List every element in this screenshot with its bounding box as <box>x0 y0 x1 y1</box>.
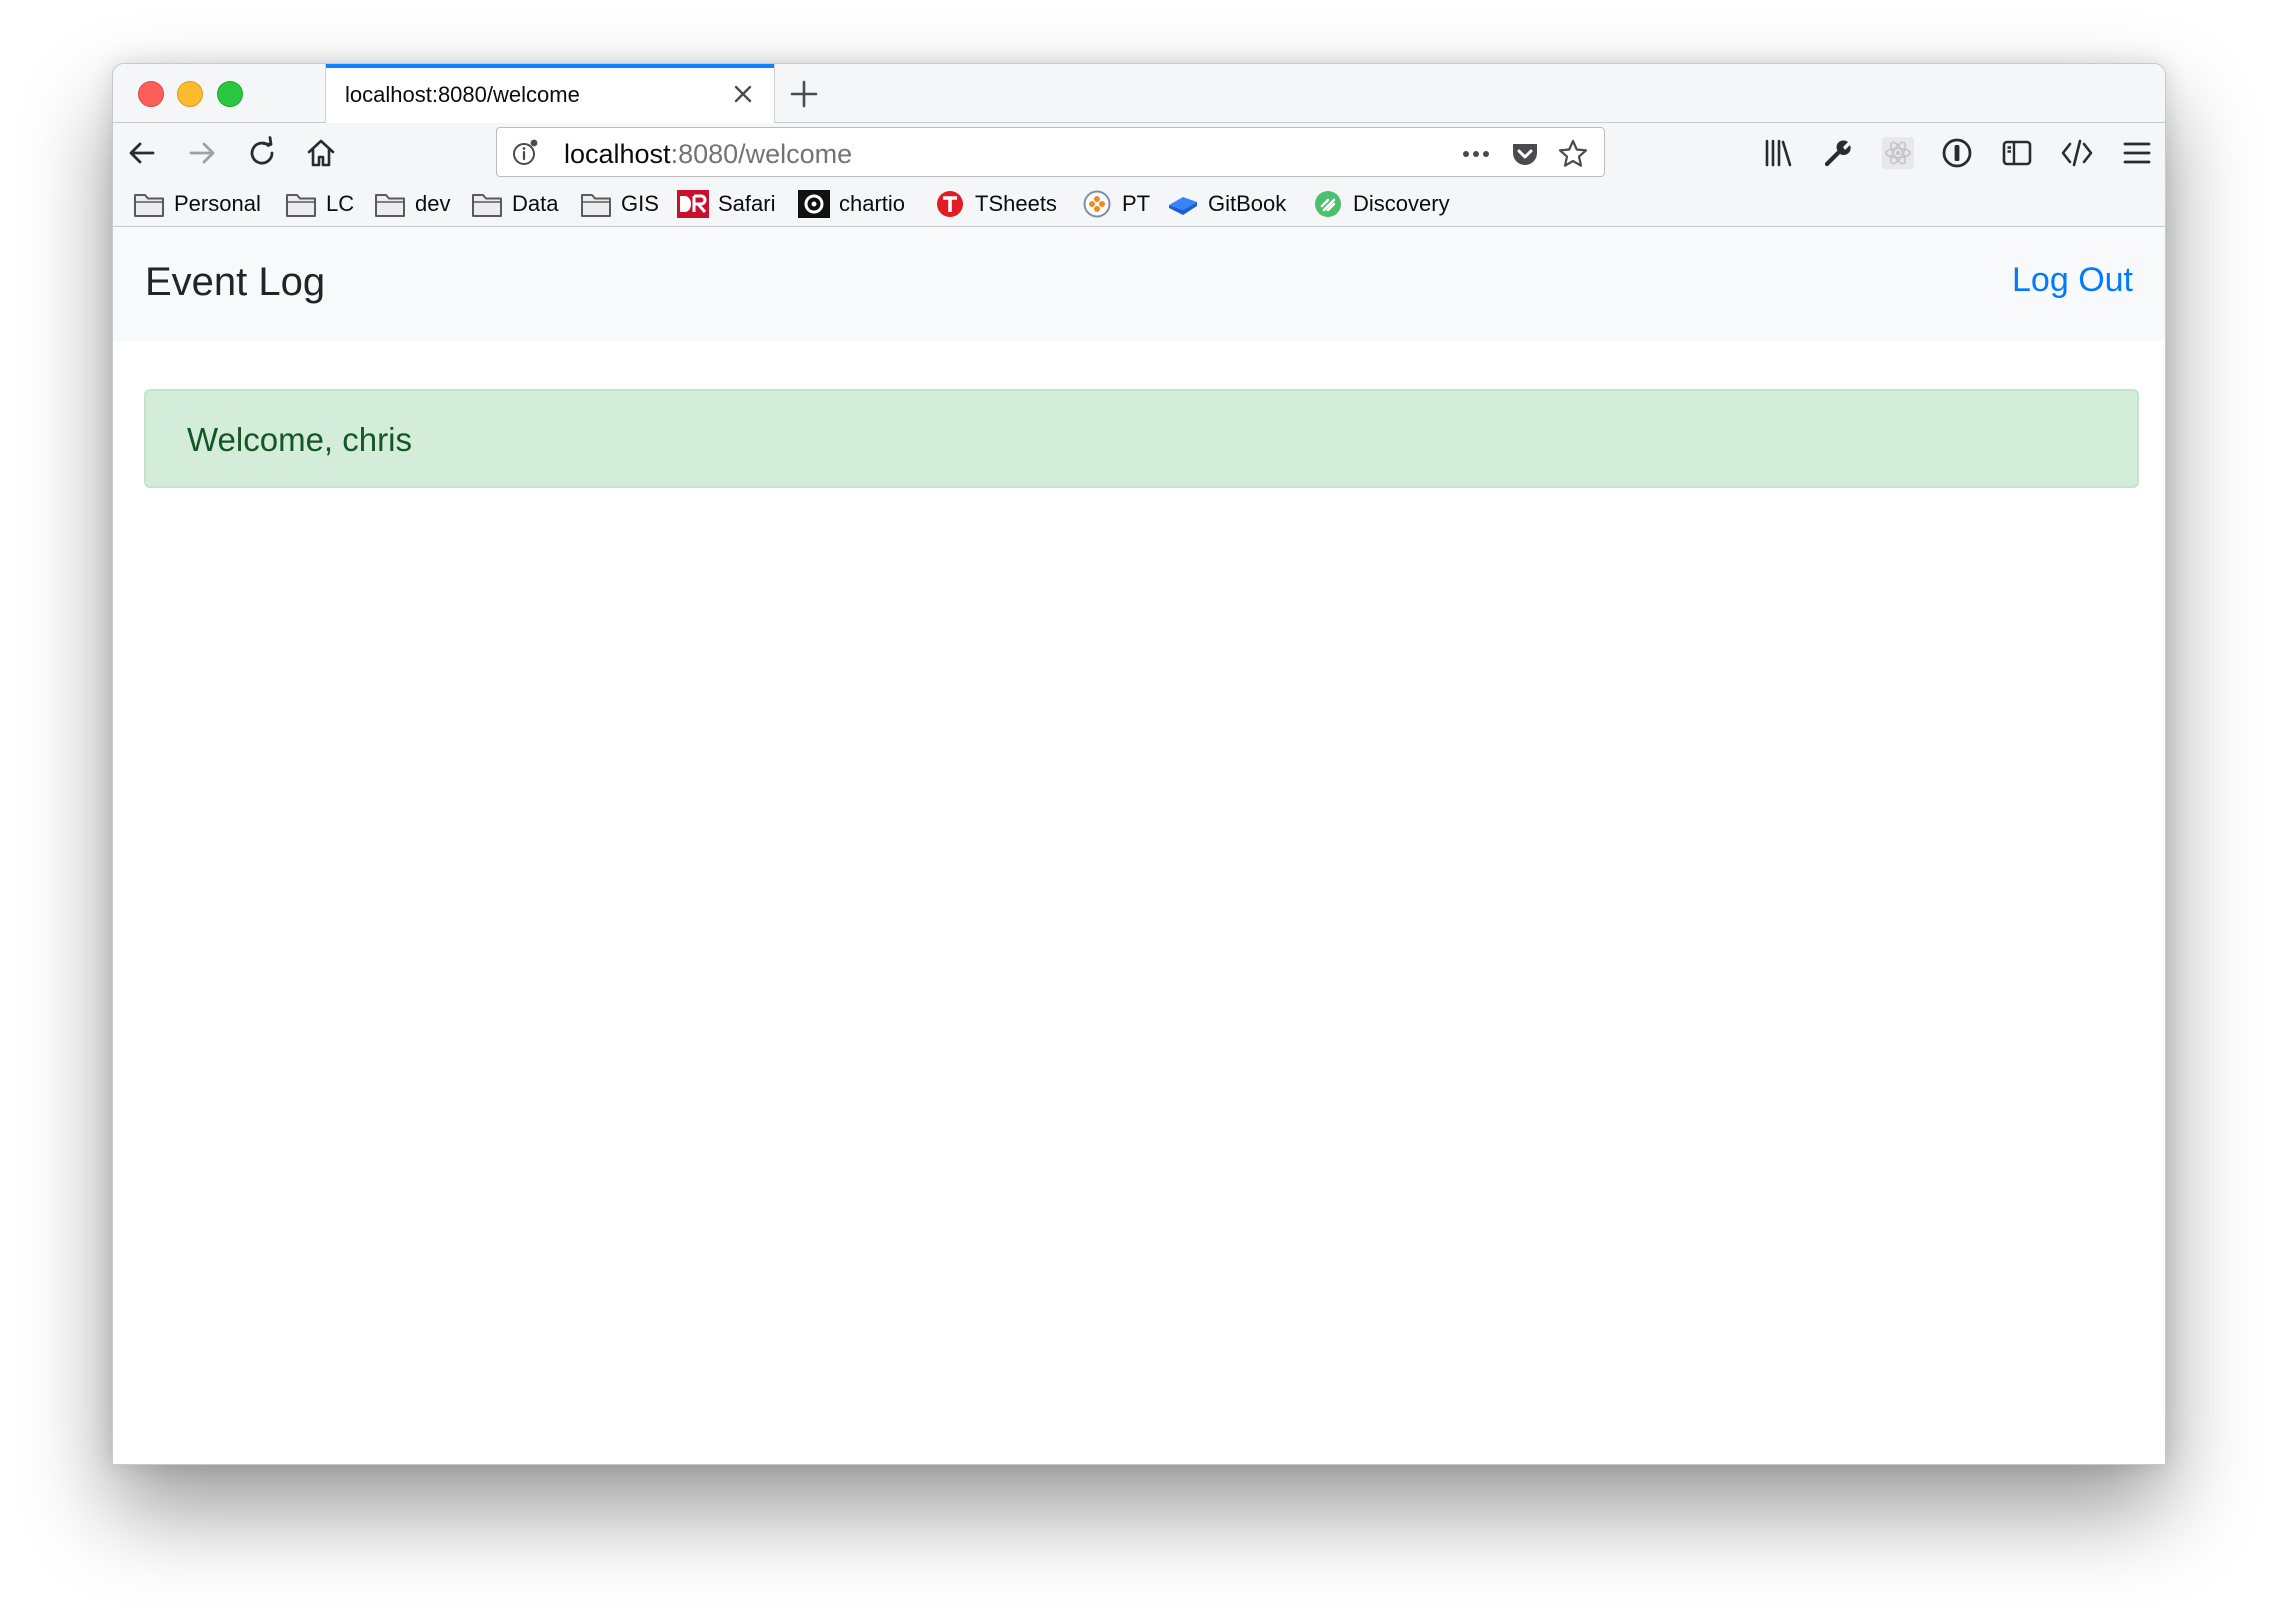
bookmark-gitbook[interactable]: GitBook <box>1167 188 1286 220</box>
tsheets-icon <box>937 191 963 217</box>
bookmark-star-icon[interactable] <box>1557 138 1589 170</box>
bookmark-personal[interactable]: Personal <box>133 188 261 220</box>
window-maximize-button[interactable] <box>217 81 243 107</box>
new-tab-plus-icon[interactable] <box>786 76 822 112</box>
sidebar-toggle-icon[interactable] <box>2000 136 2034 170</box>
developer-tools-icon[interactable] <box>2060 136 2094 170</box>
bookmark-tsheets[interactable]: TSheets <box>934 188 1057 220</box>
folder-icon <box>581 194 611 217</box>
url-text[interactable]: localhost:8080/welcome <box>564 139 852 170</box>
bookmark-label: Discovery <box>1353 191 1450 216</box>
folder-icon <box>472 194 502 217</box>
page-content: Event Log Log Out Welcome, chris <box>113 227 2165 1464</box>
bookmark-label: Personal <box>174 191 261 216</box>
folder-icon <box>134 194 164 217</box>
window-minimize-button[interactable] <box>177 81 203 107</box>
browser-window: localhost:8080/welcome localhost:8080/we… <box>112 63 2166 1465</box>
bookmark-label: Safari <box>718 191 776 216</box>
tab-active-indicator <box>326 64 774 68</box>
url-path: :8080/welcome <box>670 139 853 169</box>
bookmark-label: LC <box>326 191 355 216</box>
app-brand[interactable]: Event Log <box>145 260 325 305</box>
welcome-alert: Welcome, chris <box>144 389 2139 488</box>
bookmark-pt[interactable]: PT <box>1081 188 1150 220</box>
gitbook-icon <box>1169 197 1197 215</box>
home-icon[interactable] <box>304 136 338 170</box>
forward-arrow-icon[interactable] <box>185 136 219 170</box>
bookmark-label: TSheets <box>975 191 1057 216</box>
tab-strip: localhost:8080/welcome <box>113 64 2165 123</box>
chartio-icon <box>798 190 830 218</box>
close-icon[interactable] <box>730 81 756 107</box>
url-host: localhost <box>564 139 671 169</box>
bookmarks-toolbar: Personal LC dev Data GIS Safari chartio … <box>113 183 2165 227</box>
window-close-button[interactable] <box>138 81 164 107</box>
tab-active[interactable]: localhost:8080/welcome <box>325 64 775 123</box>
folder-icon <box>286 194 316 217</box>
discovery-icon <box>1315 191 1341 217</box>
bookmark-label: GIS <box>621 191 659 216</box>
site-info-icon[interactable] <box>511 139 539 167</box>
page-actions-more-icon[interactable] <box>1460 138 1492 170</box>
bookmark-label: PT <box>1122 191 1151 216</box>
library-icon[interactable] <box>1761 136 1795 170</box>
bookmark-discovery[interactable]: Discovery <box>1312 188 1450 220</box>
pocket-icon[interactable] <box>1509 138 1541 170</box>
bookmark-gis[interactable]: GIS <box>580 188 659 220</box>
bookmark-label: Data <box>512 191 559 216</box>
welcome-message: Welcome, chris <box>187 421 412 458</box>
bookmark-label: GitBook <box>1208 191 1287 216</box>
bookmark-lc[interactable]: LC <box>285 188 354 220</box>
react-devtools-icon[interactable] <box>1881 136 1915 170</box>
tab-title: localhost:8080/welcome <box>345 82 580 107</box>
nav-toolbar: localhost:8080/welcome <box>113 123 2165 183</box>
hamburger-menu-icon[interactable] <box>2120 136 2154 170</box>
safari-books-icon <box>677 190 709 218</box>
bookmark-label: chartio <box>839 191 906 216</box>
wrench-icon[interactable] <box>1821 136 1855 170</box>
reload-icon[interactable] <box>245 136 279 170</box>
bookmark-dev[interactable]: dev <box>374 188 450 220</box>
logout-link[interactable]: Log Out <box>2012 261 2133 300</box>
url-bar[interactable]: localhost:8080/welcome <box>496 127 1605 177</box>
app-navbar: Event Log Log Out <box>113 227 2165 341</box>
bookmark-chartio[interactable]: chartio <box>798 188 905 220</box>
folder-icon <box>375 194 405 217</box>
bookmark-label: dev <box>415 191 451 216</box>
back-arrow-icon[interactable] <box>125 136 159 170</box>
bookmark-data[interactable]: Data <box>471 188 558 220</box>
pivotal-tracker-icon <box>1083 190 1111 218</box>
bookmark-safari[interactable]: Safari <box>677 188 775 220</box>
1password-icon[interactable] <box>1940 136 1974 170</box>
